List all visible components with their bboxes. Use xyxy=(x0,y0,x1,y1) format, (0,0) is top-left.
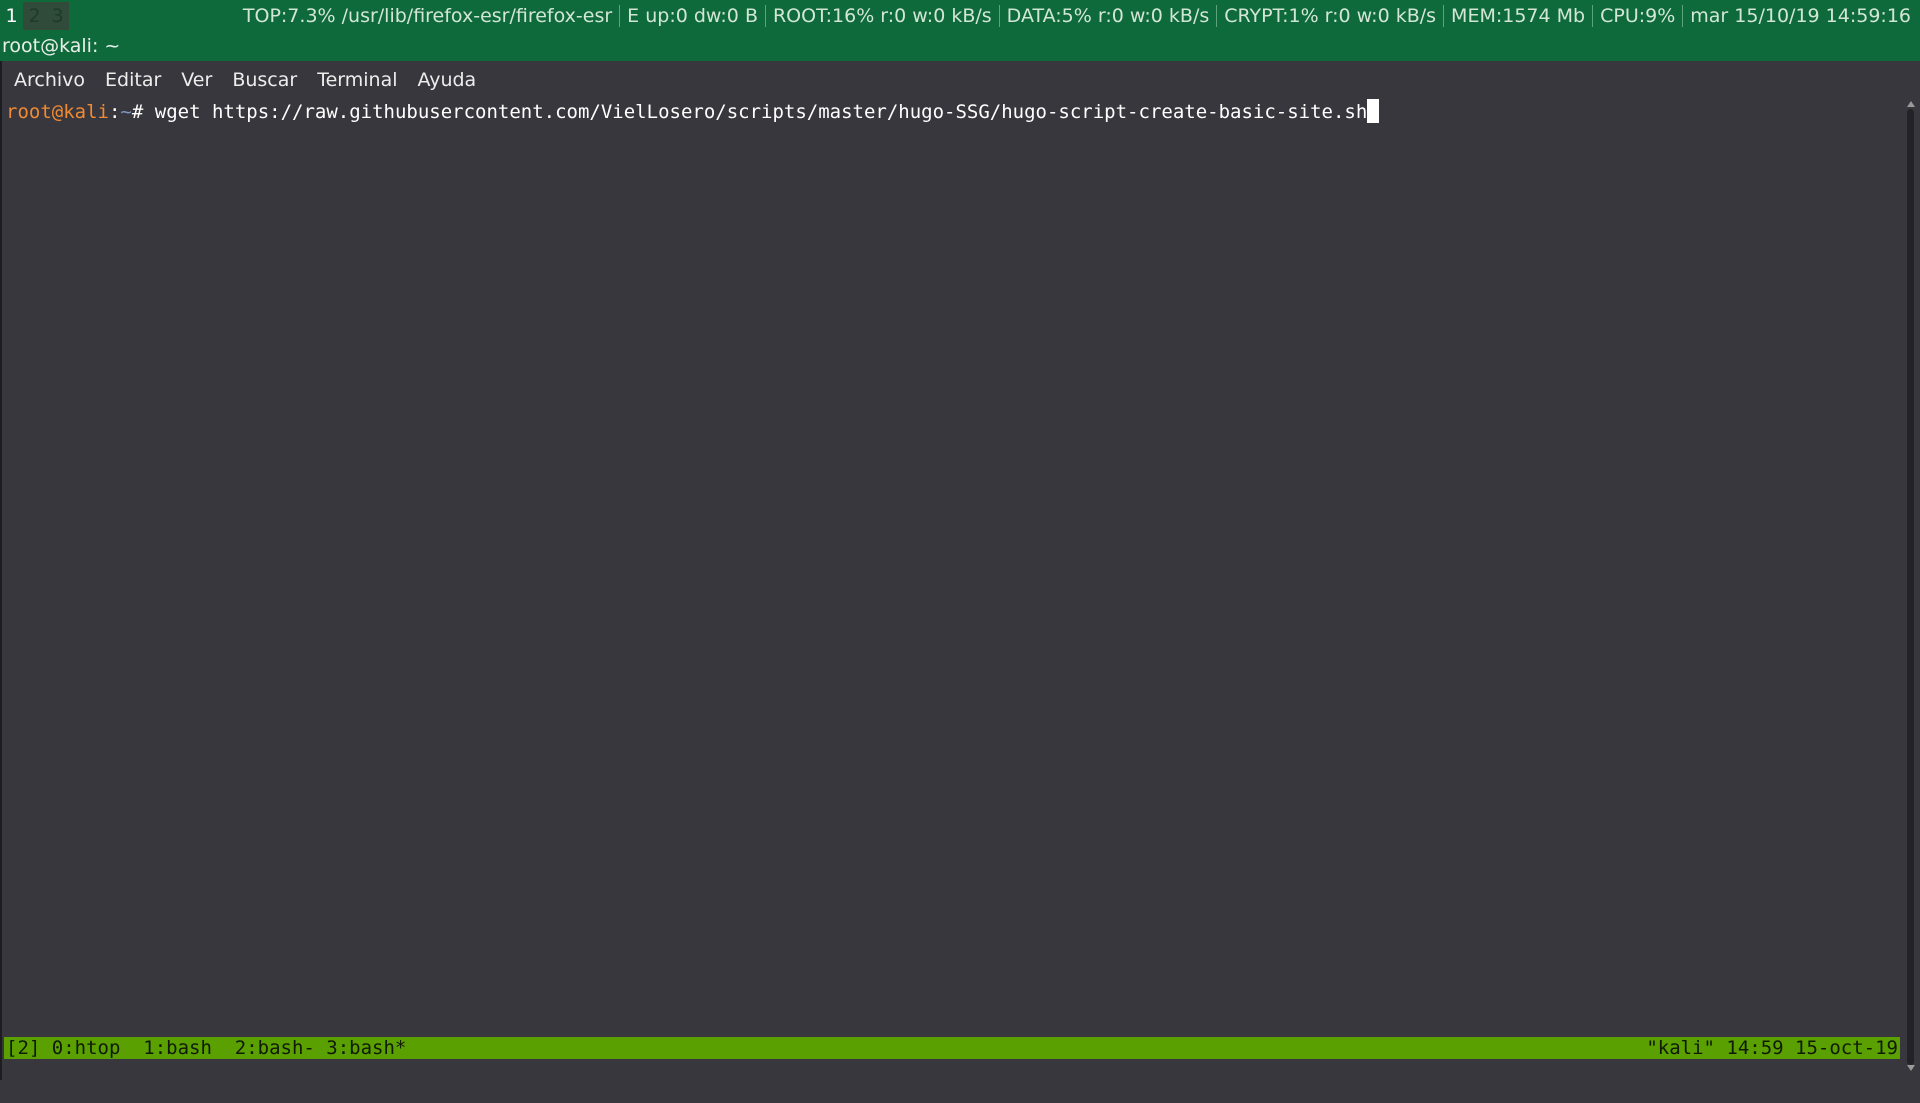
workspace-switcher: 1 2 3 xyxy=(0,2,69,30)
system-status-bar: 1 2 3 TOP:7.3% /usr/lib/firefox-esr/fire… xyxy=(0,0,1920,32)
workspace-1-button[interactable]: 1 xyxy=(0,2,23,30)
terminal-window: Archivo Editar Ver Buscar Terminal Ayuda… xyxy=(0,61,1920,1080)
scroll-up-arrow-icon[interactable] xyxy=(1907,101,1915,107)
vertical-scrollbar[interactable] xyxy=(1904,99,1918,1077)
status-clock: mar 15/10/19 14:59:16 xyxy=(1682,5,1918,27)
prompt-path: ~ xyxy=(120,101,132,123)
text-cursor xyxy=(1367,99,1380,123)
window-title: root@kali: ~ xyxy=(0,32,1920,61)
status-root-disk: ROOT:16% r:0 w:0 kB/s xyxy=(764,5,999,27)
status-blocks: TOP:7.3% /usr/lib/firefox-esr/firefox-es… xyxy=(236,0,1918,32)
prompt-user: root@kali xyxy=(6,101,109,123)
menu-terminal[interactable]: Terminal xyxy=(307,69,407,91)
tmux-window-list[interactable]: [2] 0:htop 1:bash 2:bash- 3:bash* xyxy=(6,1037,406,1059)
status-network: E up:0 dw:0 B xyxy=(619,5,765,27)
menu-ayuda[interactable]: Ayuda xyxy=(408,69,487,91)
prompt-separator: : xyxy=(108,101,121,123)
scroll-down-arrow-icon[interactable] xyxy=(1907,1065,1915,1071)
workspace-2-button[interactable]: 2 xyxy=(23,2,46,30)
prompt-symbol: # xyxy=(131,101,155,123)
scrollbar-thumb[interactable] xyxy=(1907,109,1914,1065)
status-memory: MEM:1574 Mb xyxy=(1443,5,1592,27)
command-line[interactable]: root@kali:~# wget https://raw.githubuser… xyxy=(6,99,1902,125)
menu-editar[interactable]: Editar xyxy=(95,69,171,91)
tmux-status-line: [2] 0:htop 1:bash 2:bash- 3:bash* "kali"… xyxy=(4,1037,1900,1059)
workspace-3-button[interactable]: 3 xyxy=(46,2,69,30)
menu-buscar[interactable]: Buscar xyxy=(222,69,307,91)
menu-ver[interactable]: Ver xyxy=(171,69,222,91)
status-cpu: CPU:9% xyxy=(1592,5,1682,27)
command-text: wget https://raw.githubusercontent.com/V… xyxy=(154,101,1368,123)
menu-archivo[interactable]: Archivo xyxy=(14,69,95,91)
status-data-disk: DATA:5% r:0 w:0 kB/s xyxy=(998,5,1217,27)
terminal-output[interactable]: root@kali:~# wget https://raw.githubuser… xyxy=(6,99,1902,1039)
menu-bar: Archivo Editar Ver Buscar Terminal Ayuda xyxy=(2,61,1920,99)
tmux-host-clock: "kali" 14:59 15-oct-19 xyxy=(1646,1037,1898,1059)
status-crypt-disk: CRYPT:1% r:0 w:0 kB/s xyxy=(1216,5,1443,27)
status-top-process: TOP:7.3% /usr/lib/firefox-esr/firefox-es… xyxy=(242,5,613,27)
